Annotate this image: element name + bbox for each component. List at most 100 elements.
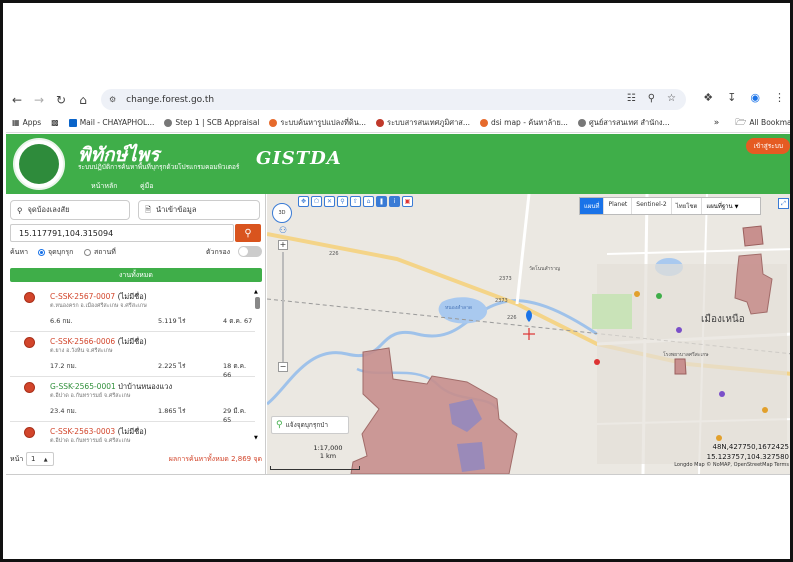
menu-icon[interactable]: ⋮ (774, 91, 785, 104)
pan-icon[interactable]: ✥ (298, 196, 309, 207)
zoom-control: ⚇ + − (278, 226, 288, 372)
filter-toggle[interactable] (238, 246, 262, 257)
info-icon[interactable]: i (389, 196, 400, 207)
pause-icon[interactable]: ❚ (376, 196, 387, 207)
item-code: C-SSK-2567-0007 (50, 292, 116, 301)
app-subtitle: ระบบปฏิบัติการค้นหาพื้นที่บุกรุกด้วยโปรแ… (78, 163, 240, 171)
site-info-icon[interactable]: ⚙ (109, 95, 116, 104)
radio-on-icon (38, 248, 45, 256)
search-button[interactable]: ⚲ (235, 224, 261, 242)
list-item[interactable]: C-SSK-2566-0006 (ไม่มีชื่อ) ต.ยาง อ.วังห… (10, 332, 255, 379)
item-code: G-SSK-2565-0001 (50, 382, 116, 391)
person-icon[interactable]: ⚇ (279, 226, 287, 236)
search-icon: ⚲ (244, 227, 252, 239)
download-icon[interactable]: ↧ (727, 91, 736, 104)
search-options: ค้นหา จุดบุกรุก สถานที่ ตัวกรอง (10, 246, 262, 259)
outlook-icon (68, 118, 77, 127)
home-icon[interactable]: ⌂ (363, 196, 374, 207)
forward-icon[interactable]: → (28, 90, 50, 110)
login-button[interactable]: เข้าสู่ระบบ (746, 138, 790, 154)
translate-icon[interactable]: ☷ (627, 93, 636, 104)
poi-marker (634, 291, 640, 297)
map-toolbar: ✥ ⬠ ✕ ⚲ ⇧ ⌂ ❚ i ▣ (272, 196, 413, 207)
scroll-down-icon[interactable]: ▼ (254, 435, 258, 441)
star-icon[interactable]: ☆ (667, 93, 676, 104)
polygon-icon[interactable]: ⬠ (311, 196, 322, 207)
item-code: C-SSK-2563-0003 (50, 427, 116, 436)
extensions-icon[interactable]: ❖ (703, 91, 713, 104)
poi-marker (716, 435, 722, 441)
back-icon[interactable]: ← (6, 90, 28, 110)
compass-control[interactable]: 3D (272, 203, 292, 223)
page-bottom-area (6, 474, 790, 559)
address-bar[interactable]: ⚙ change.forest.go.th ☷ ⚲ ☆ (101, 89, 686, 110)
bookmark-grid[interactable]: ▩ (51, 118, 59, 127)
tab-suspicious-points[interactable]: ⚲ จุดบ้องเลงสัย (10, 200, 130, 220)
profile-icon[interactable]: ◉ (750, 91, 760, 104)
list-item[interactable]: G-SSK-2565-0001 ป่าบ้านหนองแวง ต.อีปาด อ… (10, 377, 255, 424)
bookmark-apps[interactable]: ▦ Apps (12, 118, 41, 127)
bookmark-mail[interactable]: Mail - CHAYAPHOL... (68, 118, 154, 127)
map-pin-icon: ⚲ (276, 420, 283, 430)
list-item[interactable]: C-SSK-2563-0003 (ไม่มีชื่อ) ต.อีปาด อ.กั… (10, 422, 255, 445)
zoom-icon[interactable]: ⚲ (648, 93, 655, 104)
total-results: ผลการค้นหาทั้งหมด 2,869 จุด (168, 455, 262, 463)
apps-grid-icon: ▦ (12, 118, 20, 127)
poi-marker (719, 391, 725, 397)
results-scrollbar[interactable]: ▲ ▼ (254, 289, 260, 444)
home-icon[interactable]: ⌂ (72, 90, 94, 110)
basemap-sentinel[interactable]: Sentinel-2 (632, 198, 672, 214)
list-item[interactable]: C-SSK-2567-0007 (ไม่มีชื่อ) ต.หนองครก อ.… (10, 287, 255, 332)
map-label: เมืองเหนือ (701, 314, 745, 325)
item-location: ต.หนองครก อ.เมืองศรีสะเกษ จ.ศรีสะเกษ (50, 303, 147, 309)
coordinate-search-input[interactable]: 15.117791,104.315094 (10, 224, 234, 242)
zoom-in-button[interactable]: + (278, 240, 288, 250)
map-pin-icon (269, 118, 278, 127)
radio-place[interactable]: สถานที่ (84, 247, 116, 258)
basemap-planet[interactable]: Planet (604, 198, 633, 214)
chevron-up-icon: ▲ (43, 457, 48, 463)
radio-intrusion-point[interactable]: จุดบุกรุก (38, 247, 73, 258)
bookmark-info-center[interactable]: ศูนย์สารสนเทศ สำนักง... (577, 117, 670, 129)
basemap-select[interactable]: แผนที่ฐาน ▼ (702, 198, 760, 214)
map-scale: 1:17,000 1 km (313, 444, 343, 460)
map-label: 2373 (499, 276, 512, 282)
item-area: 1.865 ไร่ (158, 407, 186, 415)
gis-logo-icon (376, 118, 385, 127)
map-view[interactable]: วัดโนนสำราญ หนองสำลาด 2373 2373 226 226 … (267, 194, 790, 474)
poi-marker (676, 327, 682, 333)
scroll-thumb[interactable] (255, 297, 260, 309)
more-bookmarks-icon[interactable]: » (714, 118, 720, 128)
all-jobs-button[interactable]: งานทั้งหมด (10, 268, 262, 282)
page-label: หน้า (10, 455, 24, 463)
basemap-map[interactable]: แผนที่ (580, 198, 605, 214)
scroll-up-icon[interactable]: ▲ (254, 289, 258, 295)
page-select[interactable]: 1 ▲ (26, 452, 54, 466)
item-location: ต.อีปาด อ.กันทรารมย์ จ.ศรีสะเกษ (50, 438, 131, 444)
reload-icon[interactable]: ↻ (50, 90, 72, 110)
map-label: 226 (507, 315, 517, 321)
report-intrusion-button[interactable]: ⚲ แจ้งจุดบุกรุกป่า (271, 416, 349, 434)
fullscreen-icon[interactable]: ⤢ (778, 198, 789, 209)
marker-icon[interactable]: ⚲ (337, 196, 348, 207)
zoom-slider[interactable] (282, 252, 284, 362)
bookmark-dsi[interactable]: dsi map - ค้นหาล้าย... (480, 117, 568, 129)
close-icon[interactable]: ✕ (324, 196, 335, 207)
image-icon[interactable]: ▣ (402, 196, 413, 207)
upload-icon[interactable]: ⇧ (350, 196, 361, 207)
bookmark-land-search[interactable]: ระบบค้นหารูปแปลงที่ดิน... (269, 117, 366, 129)
map-label: โรงพยาบาลศรีสะเกษ (663, 352, 709, 358)
map-label: หนองสำลาด (445, 305, 473, 311)
bookmark-gis[interactable]: ระบบสารสนเทศภูมิศาส... (376, 117, 470, 129)
tab-import-data[interactable]: 🗎 นำเข้าข้อมูล (138, 200, 260, 220)
bookmark-scb[interactable]: Step 1 | SCB Appraisal (164, 118, 259, 127)
tab-manual[interactable]: คู่มือ (140, 181, 154, 192)
screenshot-frame: ← → ↻ ⌂ ⚙ change.forest.go.th ☷ ⚲ ☆ ❖ ↧ … (0, 0, 793, 562)
basemap-thaichote[interactable]: ไทยโชต (672, 198, 703, 214)
zoom-out-button[interactable]: − (278, 362, 288, 372)
search-label: ค้นหา (10, 248, 29, 256)
radio-off-icon (84, 248, 91, 256)
all-bookmarks[interactable]: 🗁 All Bookmarks (735, 115, 790, 131)
map-label: 226 (329, 251, 339, 257)
item-area: 2.225 ไร่ (158, 362, 186, 370)
